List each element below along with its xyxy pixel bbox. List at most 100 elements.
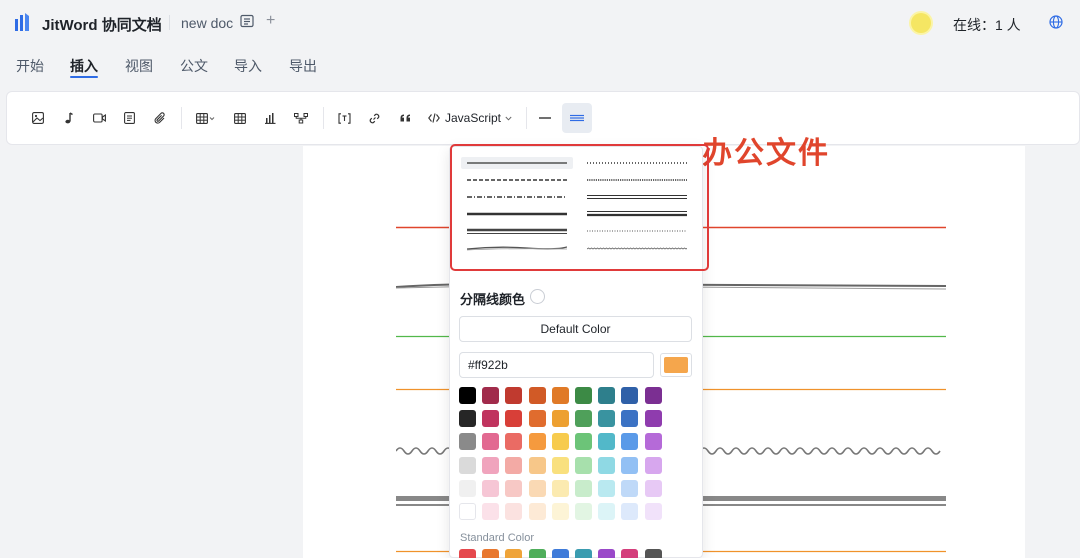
color-swatch[interactable] [575,387,592,404]
divider-style-solid[interactable] [461,157,573,169]
color-swatch[interactable] [459,410,476,428]
color-swatch[interactable] [528,433,546,451]
color-swatch[interactable] [598,503,616,520]
color-swatch[interactable] [598,456,616,474]
color-swatch[interactable] [598,479,616,497]
tab-official-doc[interactable]: 公文 [180,56,208,76]
color-swatch[interactable] [551,433,569,451]
standard-color-swatch[interactable] [575,549,592,558]
standard-color-swatch[interactable] [551,549,569,558]
mindmap-icon[interactable] [293,109,309,127]
divider-style-double[interactable] [581,191,693,203]
color-swatch[interactable] [621,387,639,404]
color-swatch[interactable] [598,433,616,451]
color-swatch[interactable] [551,503,569,520]
color-swatch[interactable] [459,503,476,520]
color-swatch[interactable] [528,410,546,428]
divider-style-brush[interactable] [461,242,573,254]
divider-style-icon[interactable] [569,109,585,127]
color-swatch[interactable] [644,410,662,428]
standard-color-swatch[interactable] [459,549,476,558]
standard-color-swatch[interactable] [644,549,662,558]
divider-style-dashed[interactable] [461,174,573,186]
image-icon[interactable] [31,109,45,127]
document-list-icon[interactable] [240,14,254,28]
color-swatch[interactable] [505,456,523,474]
color-swatch[interactable] [621,410,639,428]
divider-style-thick[interactable] [461,208,573,220]
color-swatch[interactable] [528,456,546,474]
standard-color-swatch[interactable] [598,549,616,558]
color-swatch[interactable] [621,433,639,451]
color-swatch[interactable] [575,433,592,451]
color-swatch[interactable] [575,410,592,428]
color-swatch[interactable] [482,410,500,428]
link-icon[interactable] [367,109,381,127]
text-block-icon[interactable] [123,109,135,127]
color-swatch[interactable] [551,410,569,428]
color-swatch[interactable] [482,456,500,474]
current-color-swatch[interactable] [660,353,692,377]
divider-style-zigzag[interactable] [581,242,693,254]
color-swatch[interactable] [459,456,476,474]
color-swatch[interactable] [459,433,476,451]
color-swatch[interactable] [459,387,476,404]
color-swatch[interactable] [575,503,592,520]
standard-color-swatch[interactable] [482,549,500,558]
color-swatch[interactable] [575,479,592,497]
code-block-button[interactable]: JavaScript [428,109,512,127]
hex-color-input[interactable] [459,352,654,378]
color-swatch[interactable] [505,410,523,428]
color-swatch[interactable] [644,456,662,474]
color-swatch[interactable] [505,433,523,451]
standard-color-swatch[interactable] [621,549,639,558]
color-swatch[interactable] [482,479,500,497]
color-swatch[interactable] [551,387,569,404]
color-swatch[interactable] [505,479,523,497]
color-swatch[interactable] [528,387,546,404]
document-name[interactable]: new doc [181,15,233,31]
standard-color-swatch[interactable] [505,549,523,558]
color-swatch[interactable] [644,433,662,451]
divider-style-dash-dot[interactable] [461,191,573,203]
color-swatch[interactable] [621,503,639,520]
default-color-button[interactable]: Default Color [459,316,692,342]
color-swatch[interactable] [482,387,500,404]
color-swatch[interactable] [644,479,662,497]
tab-import[interactable]: 导入 [234,56,262,76]
standard-color-swatch[interactable] [528,549,546,558]
tab-view[interactable]: 视图 [125,56,153,76]
divider-style-thick-thin[interactable] [461,225,573,237]
tab-insert[interactable]: 插入 [70,56,98,78]
formula-icon[interactable] [336,109,352,127]
table-icon[interactable] [195,109,217,127]
color-swatch[interactable] [528,479,546,497]
quote-icon[interactable] [398,109,412,127]
tab-export[interactable]: 导出 [289,56,317,76]
color-swatch[interactable] [598,410,616,428]
divider-icon[interactable] [538,109,552,127]
divider-style-dotted[interactable] [581,157,693,169]
color-swatch[interactable] [551,479,569,497]
audio-icon[interactable] [62,109,74,127]
avatar[interactable] [911,13,931,33]
color-swatch[interactable] [482,433,500,451]
color-swatch[interactable] [551,456,569,474]
globe-icon[interactable] [1049,15,1063,29]
tab-start[interactable]: 开始 [16,56,44,76]
color-swatch[interactable] [459,479,476,497]
color-toggle-radio[interactable] [530,289,545,304]
color-swatch[interactable] [644,503,662,520]
color-swatch[interactable] [482,503,500,520]
color-swatch[interactable] [598,387,616,404]
color-swatch[interactable] [621,456,639,474]
grid-icon[interactable] [233,109,247,127]
video-icon[interactable] [92,109,106,127]
divider-style-fine-dotted[interactable] [581,225,693,237]
color-swatch[interactable] [528,503,546,520]
color-swatch[interactable] [505,503,523,520]
attachment-icon[interactable] [153,109,167,127]
divider-style-thin-thick[interactable] [581,208,693,220]
chart-icon[interactable] [263,109,277,127]
color-swatch[interactable] [575,456,592,474]
